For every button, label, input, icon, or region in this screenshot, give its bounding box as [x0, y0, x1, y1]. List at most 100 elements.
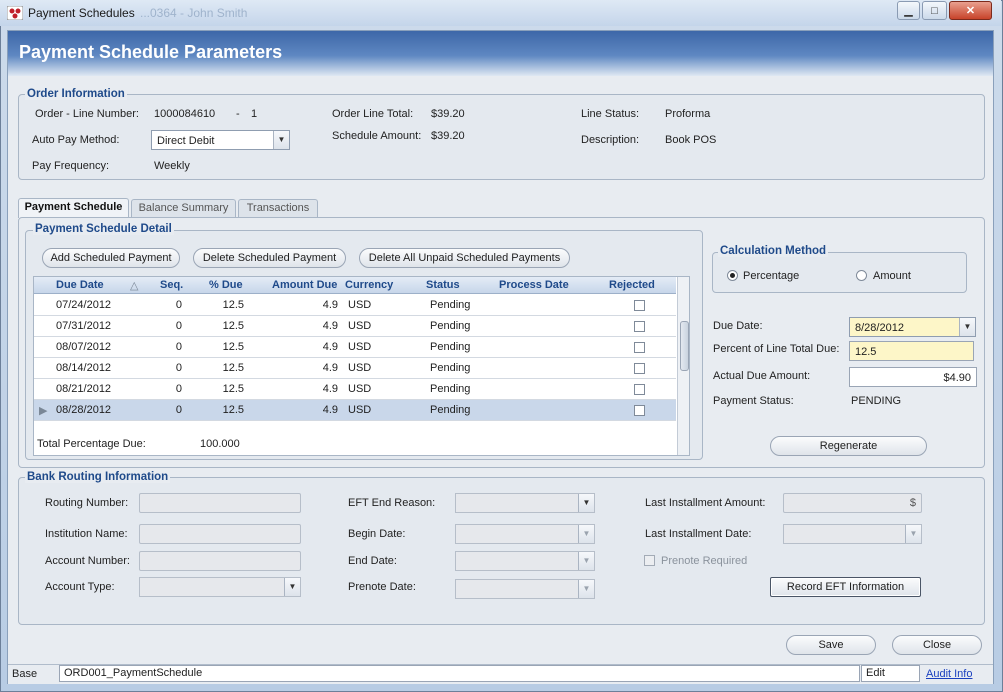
table-row[interactable]: 07/31/2012 0 12.5 4.9 USD Pending	[34, 316, 676, 337]
bank-routing-title: Bank Routing Information	[25, 471, 171, 483]
routing-number-input[interactable]	[139, 493, 301, 513]
line-total-value: $39.20	[431, 108, 465, 120]
actual-due-input[interactable]: $4.90	[849, 367, 977, 387]
prenote-date-picker[interactable]: ▼	[455, 579, 595, 599]
cell-amt: 4.9	[322, 383, 338, 395]
cell-pct: 12.5	[222, 383, 244, 395]
amount-radio[interactable]	[856, 270, 867, 281]
percentage-radio[interactable]	[727, 270, 738, 281]
due-date-label: Due Date:	[713, 320, 763, 332]
chevron-down-icon: ▼	[959, 318, 975, 336]
minimize-button[interactable]: ▁	[897, 1, 920, 20]
schedule-amount-value: $39.20	[431, 130, 465, 142]
due-date-value: 8/28/2012	[855, 322, 904, 334]
table-row[interactable]: 08/21/2012 0 12.5 4.9 USD Pending	[34, 379, 676, 400]
account-type-select[interactable]: ▼	[139, 577, 301, 597]
actual-due-label: Actual Due Amount:	[713, 370, 811, 382]
col-seq[interactable]: Seq.	[160, 279, 183, 291]
cell-due: 08/28/2012	[56, 404, 112, 416]
rejected-checkbox[interactable]	[634, 342, 645, 353]
col-currency[interactable]: Currency	[345, 279, 393, 291]
table-row[interactable]: 08/07/2012 0 12.5 4.9 USD Pending	[34, 337, 676, 358]
window-title: Payment Schedules	[28, 6, 135, 20]
payment-status-label: Payment Status:	[713, 395, 794, 407]
record-eft-button[interactable]: Record EFT Information	[770, 577, 921, 597]
rejected-checkbox[interactable]	[634, 384, 645, 395]
cell-pct: 12.5	[222, 341, 244, 353]
col-due-date[interactable]: Due Date	[56, 279, 104, 291]
order-info-title: Order Information	[25, 88, 127, 100]
cell-cur: USD	[348, 299, 372, 311]
cell-cur: USD	[348, 404, 372, 416]
cell-amt: 4.9	[322, 341, 338, 353]
detail-title: Payment Schedule Detail	[33, 223, 174, 235]
col-pct-due[interactable]: % Due	[209, 279, 243, 291]
col-process-date[interactable]: Process Date	[499, 279, 569, 291]
order-line-label: Order - Line Number:	[35, 108, 139, 120]
eft-end-reason-select[interactable]: ▼	[455, 493, 595, 513]
cell-status: Pending	[430, 362, 471, 374]
audit-info-link[interactable]: Audit Info	[926, 668, 972, 680]
grid-scrollbar[interactable]	[677, 277, 689, 455]
prenote-required-checkbox[interactable]	[644, 555, 655, 566]
table-row[interactable]: ▶ 08/28/2012 0 12.5 4.9 USD Pending	[34, 400, 676, 421]
last-installment-amount-input[interactable]: $	[783, 493, 922, 513]
institution-name-input[interactable]	[139, 524, 301, 544]
auto-pay-select[interactable]: Direct Debit ▼	[151, 130, 290, 150]
cell-status: Pending	[430, 404, 471, 416]
chevron-down-icon: ▼	[578, 525, 594, 543]
tab-transactions[interactable]: Transactions	[238, 199, 318, 217]
end-date-picker[interactable]: ▼	[455, 551, 595, 571]
cell-due: 07/31/2012	[56, 320, 112, 332]
rejected-checkbox[interactable]	[634, 405, 645, 416]
cell-due: 08/21/2012	[56, 383, 112, 395]
account-type-label: Account Type:	[45, 581, 115, 593]
cell-status: Pending	[430, 383, 471, 395]
close-button[interactable]: Close	[892, 635, 982, 655]
table-row[interactable]: 07/24/2012 0 12.5 4.9 USD Pending	[34, 295, 676, 316]
rejected-checkbox[interactable]	[634, 363, 645, 374]
tab-balance-summary[interactable]: Balance Summary	[131, 199, 236, 217]
cell-amt: 4.9	[322, 299, 338, 311]
cell-pct: 12.5	[222, 299, 244, 311]
minimize-icon: ▁	[904, 5, 913, 17]
begin-date-label: Begin Date:	[348, 528, 406, 540]
delete-all-unpaid-button[interactable]: Delete All Unpaid Scheduled Payments	[359, 248, 570, 268]
app-icon	[6, 5, 24, 21]
regenerate-button[interactable]: Regenerate	[770, 436, 927, 456]
pay-frequency-label: Pay Frequency:	[32, 160, 110, 172]
close-window-button[interactable]: ✕	[949, 1, 992, 20]
account-number-label: Account Number:	[45, 555, 130, 567]
amount-label: Amount	[873, 270, 911, 282]
cell-status: Pending	[430, 341, 471, 353]
prenote-date-label: Prenote Date:	[348, 581, 416, 593]
account-number-input[interactable]	[139, 551, 301, 571]
description-value: Book POS	[665, 134, 717, 146]
col-status[interactable]: Status	[426, 279, 460, 291]
delete-scheduled-payment-button[interactable]: Delete Scheduled Payment	[193, 248, 346, 268]
pct-line-total-input[interactable]: 12.5	[849, 341, 974, 361]
begin-date-picker[interactable]: ▼	[455, 524, 595, 544]
line-total-label: Order Line Total:	[332, 108, 414, 120]
last-installment-date-label: Last Installment Date:	[645, 528, 752, 540]
cell-cur: USD	[348, 383, 372, 395]
rejected-checkbox[interactable]	[634, 300, 645, 311]
col-amount-due[interactable]: Amount Due	[272, 279, 337, 291]
due-date-picker[interactable]: 8/28/2012 ▼	[849, 317, 976, 337]
col-rejected[interactable]: Rejected	[609, 279, 655, 291]
maximize-button[interactable]: □	[922, 1, 947, 20]
scroll-thumb[interactable]	[680, 321, 689, 371]
save-button[interactable]: Save	[786, 635, 876, 655]
eft-end-reason-label: EFT End Reason:	[348, 497, 436, 509]
maximize-icon: □	[931, 4, 938, 17]
cell-cur: USD	[348, 362, 372, 374]
pct-line-total-value: 12.5	[855, 346, 877, 358]
add-scheduled-payment-button[interactable]: Add Scheduled Payment	[42, 248, 180, 268]
cell-seq: 0	[175, 320, 182, 332]
tab-payment-schedule[interactable]: Payment Schedule	[18, 198, 129, 218]
last-installment-date-picker[interactable]: ▼	[783, 524, 922, 544]
rejected-checkbox[interactable]	[634, 321, 645, 332]
table-row[interactable]: 08/14/2012 0 12.5 4.9 USD Pending	[34, 358, 676, 379]
cell-pct: 12.5	[222, 404, 244, 416]
cell-seq: 0	[175, 341, 182, 353]
